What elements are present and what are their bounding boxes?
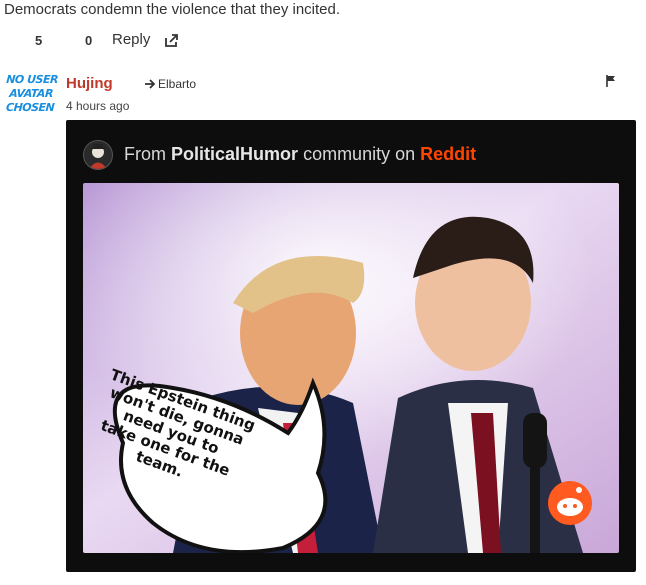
reply-to-username: Elbarto (158, 77, 197, 91)
reply-to-link[interactable]: Elbarto (144, 77, 196, 91)
upvote-count[interactable]: 5 (35, 33, 42, 48)
comment-text: Democrats condemn the violence that they… (4, 1, 341, 18)
comment-actions: 5 0 Reply (0, 31, 400, 51)
platform-name: Reddit (420, 144, 477, 164)
subreddit-avatar (83, 140, 113, 170)
reddit-embed-card[interactable]: From PoliticalHumor community on Reddit (66, 120, 636, 572)
reply-arrow-icon (145, 79, 156, 89)
community-name: PoliticalHumor (171, 144, 299, 164)
meme-image (83, 183, 619, 553)
flag-icon[interactable] (606, 75, 616, 87)
share-icon[interactable] (163, 32, 179, 48)
avatar-line: NO USER (5, 73, 59, 86)
comment-timestamp: 4 hours ago (66, 99, 130, 113)
avatar-line: AVATAR (8, 87, 54, 100)
embed-source-title: From PoliticalHumor community on Reddit (124, 144, 476, 165)
embed-middle: community on (303, 144, 416, 164)
avatar-line: CHOSEN (5, 101, 55, 114)
downvote-count[interactable]: 0 (85, 33, 92, 48)
embed-header: From PoliticalHumor community on Reddit (83, 140, 603, 170)
avatar-placeholder: NO USER AVATAR CHOSEN (3, 73, 59, 117)
reply-button[interactable]: Reply (112, 31, 150, 48)
username-link[interactable]: Hujing (66, 75, 113, 92)
embed-prefix: From (124, 144, 166, 164)
